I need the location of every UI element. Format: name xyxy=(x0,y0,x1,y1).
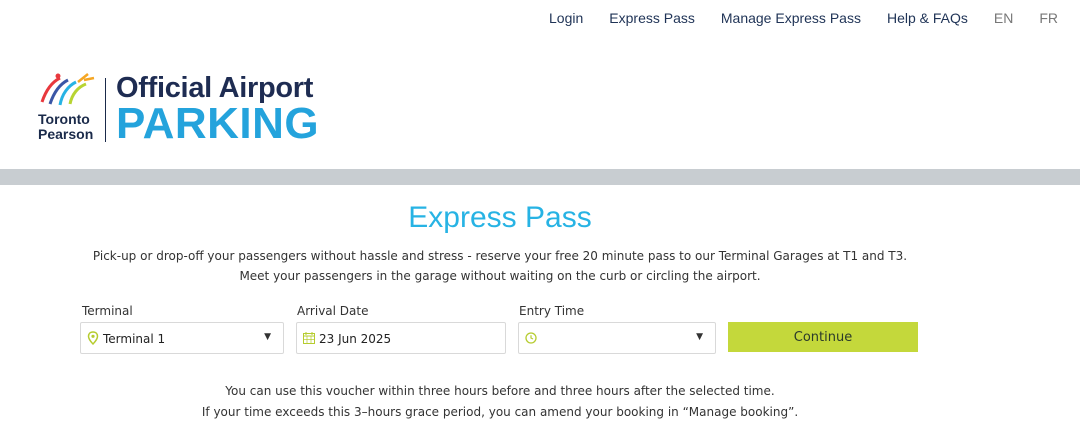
clock-icon xyxy=(525,332,537,344)
language-en-link[interactable]: EN xyxy=(994,10,1013,26)
entry-time-label: Entry Time xyxy=(519,304,585,318)
toronto-pearson-mark-icon xyxy=(40,73,95,106)
nav-manage-express-pass-link[interactable]: Manage Express Pass xyxy=(721,10,861,26)
airport-name-line1: Toronto xyxy=(38,111,90,127)
header-divider-band xyxy=(0,169,1080,185)
voucher-note: You can use this voucher within three ho… xyxy=(0,381,1000,423)
airport-name-line2: Pearson xyxy=(38,126,94,142)
intro-line-1: Pick-up or drop-off your passengers with… xyxy=(92,249,908,263)
chevron-down-icon: ▼ xyxy=(264,332,271,342)
intro-text: Pick-up or drop-off your passengers with… xyxy=(0,246,1000,286)
arrival-date-input[interactable]: 23 Jun 2025 xyxy=(296,322,506,354)
voucher-note-line-1: You can use this voucher within three ho… xyxy=(225,384,775,398)
intro-line-2: Meet your passengers in the garage witho… xyxy=(239,269,761,283)
language-fr-link[interactable]: FR xyxy=(1039,10,1058,26)
nav-login-link[interactable]: Login xyxy=(549,10,583,26)
nav-help-faqs-link[interactable]: Help & FAQs xyxy=(887,10,968,26)
logo-divider xyxy=(105,78,106,142)
voucher-note-line-2: If your time exceeds this 3–hours grace … xyxy=(201,405,799,419)
chevron-down-icon: ▼ xyxy=(696,332,703,342)
location-pin-icon xyxy=(87,331,99,345)
continue-button[interactable]: Continue xyxy=(728,322,918,352)
calendar-icon xyxy=(303,332,315,344)
terminal-label: Terminal xyxy=(82,304,133,318)
nav-express-pass-link[interactable]: Express Pass xyxy=(609,10,695,26)
logo-title-parking: PARKING xyxy=(116,99,320,148)
top-navigation: Login Express Pass Manage Express Pass H… xyxy=(523,10,1058,26)
terminal-select[interactable]: Terminal 1 ▼ xyxy=(80,322,284,354)
arrival-date-label: Arrival Date xyxy=(297,304,369,318)
arrival-date-value: 23 Jun 2025 xyxy=(319,332,392,346)
entry-time-select[interactable]: ▼ xyxy=(518,322,716,354)
page-title: Express Pass xyxy=(408,201,592,234)
terminal-select-value: Terminal 1 xyxy=(103,332,166,346)
